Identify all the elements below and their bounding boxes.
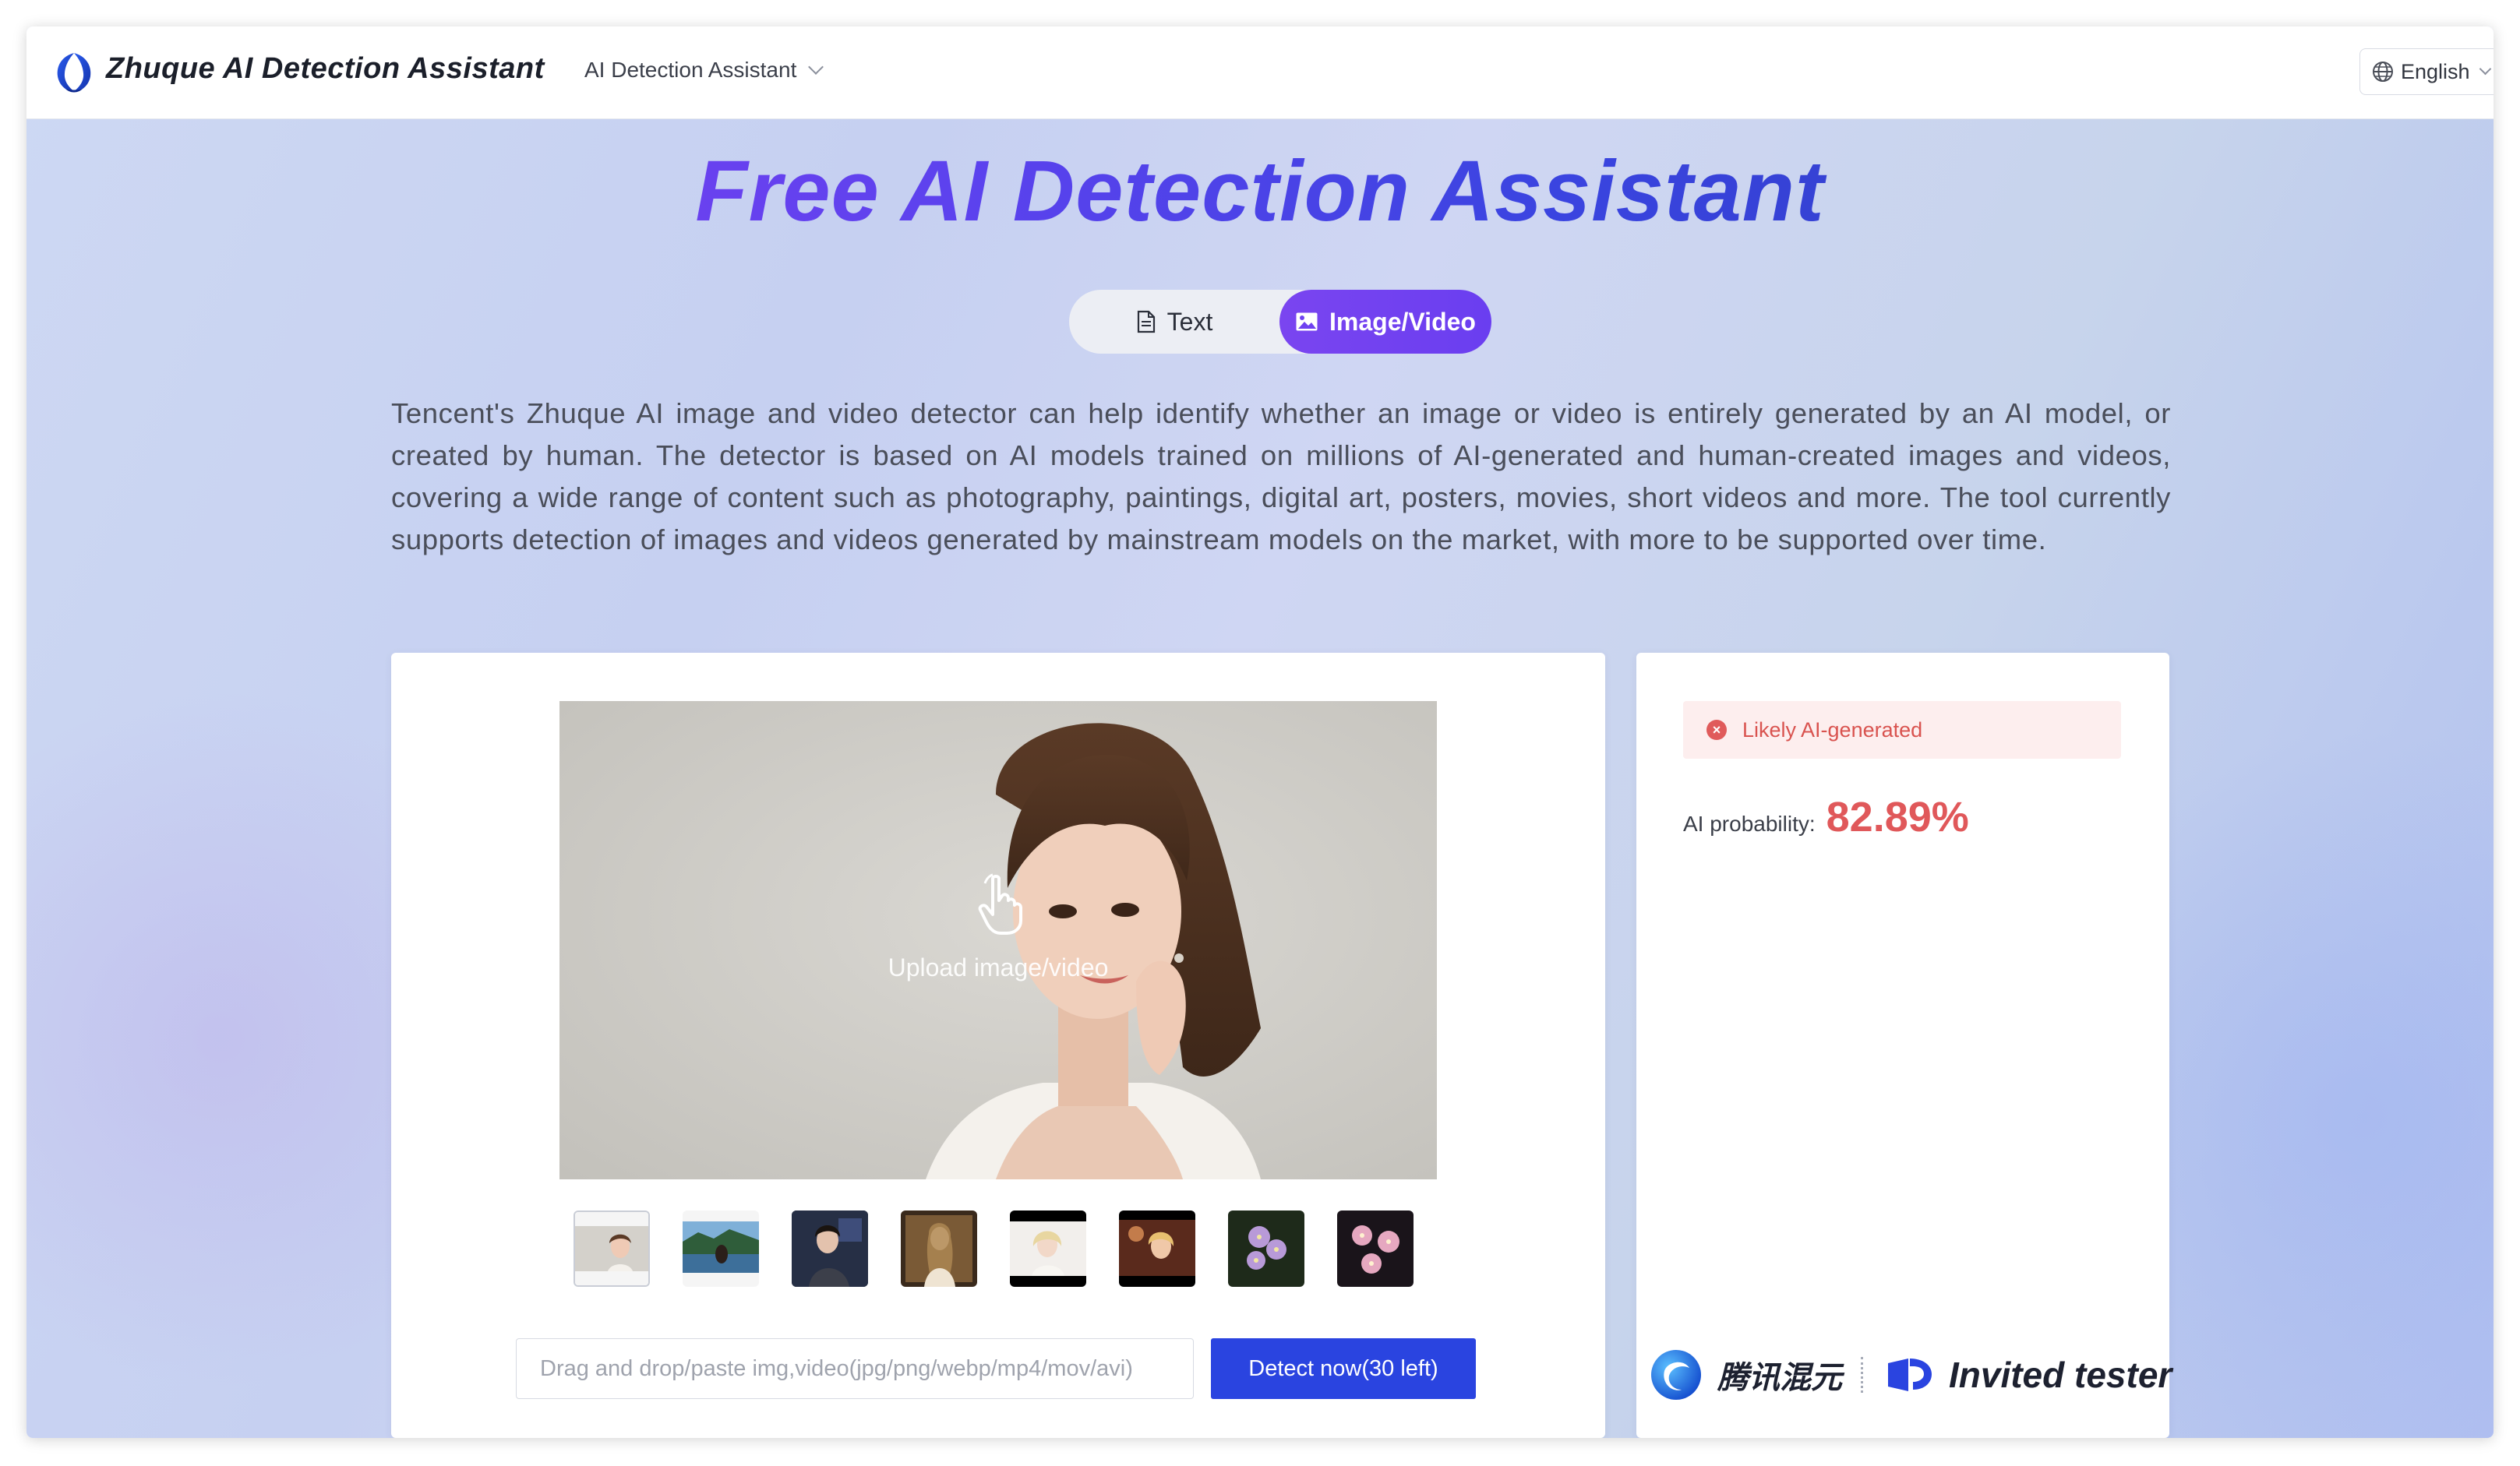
sample-thumbnail-1[interactable] [574, 1211, 650, 1287]
image-preview[interactable]: Upload image/video [559, 701, 1437, 1179]
sample-thumbnail-2[interactable] [683, 1211, 759, 1287]
probability-label: AI probability: [1683, 812, 1816, 836]
pointer-hand-icon [978, 873, 1022, 935]
chevron-down-icon [808, 59, 824, 75]
brand-name[interactable]: Zhuque AI Detection Assistant [106, 52, 545, 86]
page-title: Free AI Detection Assistant [26, 142, 2494, 241]
sample-thumbnails [574, 1211, 1414, 1287]
tab-text-label: Text [1166, 307, 1213, 336]
sample-thumbnail-8[interactable] [1337, 1211, 1414, 1287]
sample-thumbnail-6[interactable] [1119, 1211, 1195, 1287]
tab-image-video-label: Image/Video [1329, 307, 1476, 336]
browser-window: Zhuque AI Detection Assistant AI Detecti… [26, 26, 2494, 1438]
sample-image-2 [683, 1211, 759, 1287]
partner-logos: 腾讯混元 Invited tester [1649, 1348, 2172, 1402]
sample-thumbnail-4[interactable] [901, 1211, 977, 1287]
partner-name: 腾讯混元 [1717, 1361, 1842, 1395]
language-label: English [2401, 59, 2470, 83]
probability-row: AI probability: 82.89% [1683, 793, 1969, 841]
upload-card: Upload image/video Drag and drop/paste i… [391, 653, 1605, 1438]
mode-tabs: Text Image/Video [1069, 290, 1491, 354]
globe-icon [2373, 62, 2393, 82]
sample-image-4 [901, 1211, 977, 1287]
detect-now-button[interactable]: Detect now(30 left) [1211, 1338, 1476, 1399]
sample-image-5 [1010, 1211, 1086, 1287]
probability-value: 82.89% [1826, 794, 1969, 840]
sample-thumbnail-5[interactable] [1010, 1211, 1086, 1287]
verdict-alert: × Likely AI-generated [1683, 701, 2121, 759]
sample-image-6 [1119, 1211, 1195, 1287]
image-icon [1296, 312, 1318, 331]
sample-image-1 [575, 1212, 648, 1285]
error-x-icon: × [1706, 720, 1727, 740]
tool-description: Tencent's Zhuque AI image and video dete… [391, 397, 2171, 555]
invited-tester-badge: Invited tester [1949, 1355, 2172, 1395]
chevron-down-icon [2479, 62, 2491, 75]
tab-text[interactable]: Text [1069, 290, 1279, 354]
sample-thumbnail-3[interactable] [792, 1211, 868, 1287]
product-selector-label: AI Detection Assistant [584, 58, 797, 82]
top-navigation-bar: Zhuque AI Detection Assistant AI Detecti… [26, 26, 2494, 119]
verdict-text: Likely AI-generated [1742, 717, 1923, 742]
sample-thumbnail-7[interactable] [1228, 1211, 1304, 1287]
upload-overlay[interactable]: Upload image/video [559, 701, 1437, 1179]
product-selector-dropdown[interactable]: AI Detection Assistant [584, 58, 824, 83]
result-card: × Likely AI-generated AI probability: 82… [1636, 653, 2172, 1438]
upload-label: Upload image/video [888, 953, 1109, 981]
file-drop-input[interactable]: Drag and drop/paste img,video(jpg/png/we… [516, 1338, 1194, 1399]
language-selector[interactable]: English [2359, 48, 2494, 95]
tab-image-video[interactable]: Image/Video [1279, 290, 1491, 354]
zhuque-badge-icon [1888, 1359, 1932, 1391]
file-drop-placeholder: Drag and drop/paste img,video(jpg/png/we… [540, 1355, 1133, 1381]
detect-row: Drag and drop/paste img,video(jpg/png/we… [516, 1338, 1476, 1399]
sample-image-8 [1337, 1211, 1414, 1287]
divider [1861, 1357, 1866, 1393]
hunyuan-logo-icon [1651, 1350, 1701, 1400]
document-icon [1137, 310, 1155, 333]
sample-image-3 [792, 1211, 868, 1287]
zhuque-logo-icon[interactable] [51, 50, 97, 95]
sample-image-7 [1228, 1211, 1304, 1287]
